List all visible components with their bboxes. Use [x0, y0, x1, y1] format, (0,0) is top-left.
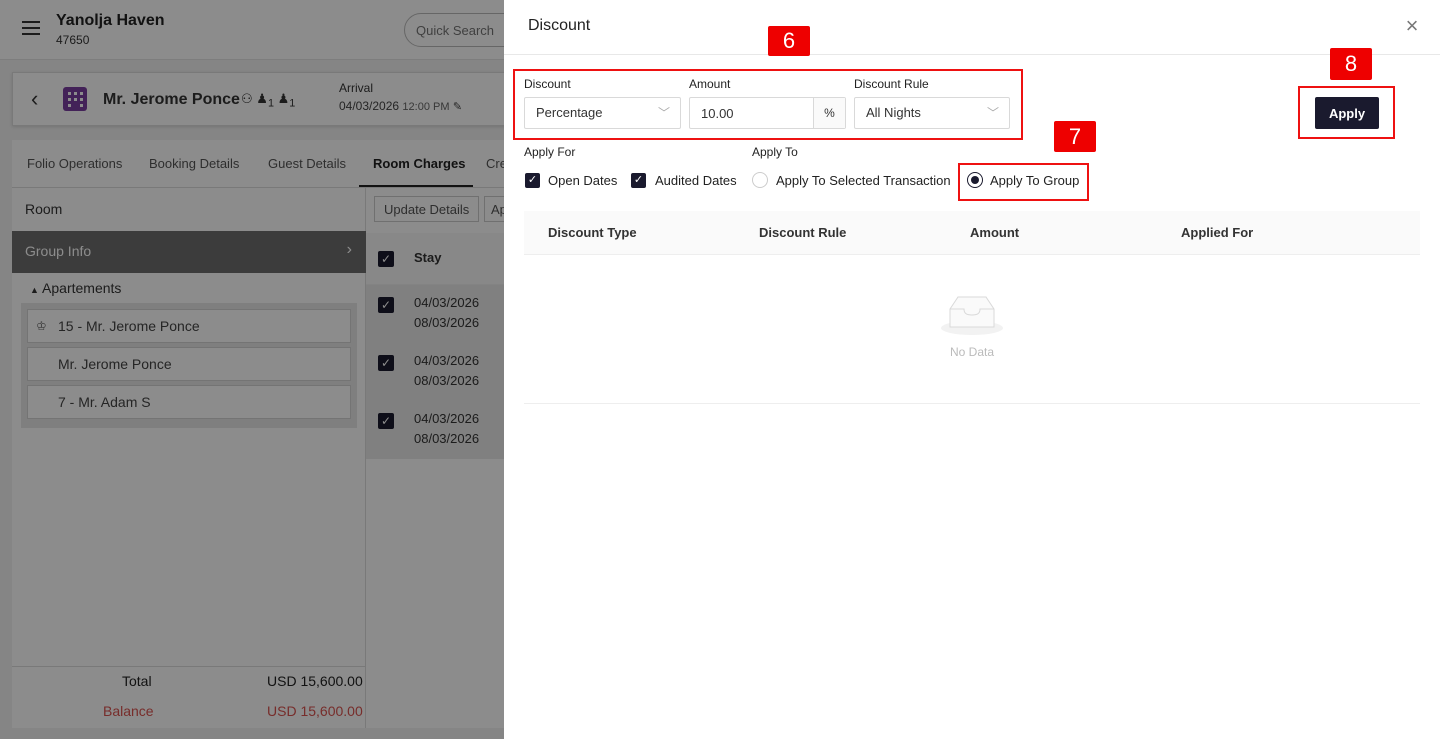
apply-for-label: Apply For [524, 145, 576, 159]
column-amount: Amount [970, 225, 1020, 240]
apply-selected-label[interactable]: Apply To Selected Transaction [776, 173, 951, 188]
annotation-box-group [958, 163, 1089, 201]
column-discount-rule: Discount Rule [759, 225, 847, 240]
discount-table-body: No Data [524, 255, 1420, 404]
open-dates-checkbox[interactable]: ✓ [525, 173, 540, 188]
open-dates-label[interactable]: Open Dates [548, 173, 617, 188]
empty-text: No Data [949, 345, 995, 359]
close-icon[interactable]: × [1401, 15, 1423, 38]
drawer-title: Discount [528, 17, 591, 34]
discount-table-header: Discount Type Discount Rule Amount Appli… [524, 211, 1420, 255]
modal-overlay[interactable] [0, 0, 504, 739]
annotation-badge-8: 8 [1330, 48, 1372, 80]
audited-dates-label[interactable]: Audited Dates [655, 173, 737, 188]
annotation-box-fields [513, 69, 1023, 140]
divider [504, 54, 1440, 55]
apply-selected-radio[interactable] [752, 172, 768, 188]
annotation-box-apply [1298, 86, 1395, 139]
apply-to-label: Apply To [752, 145, 798, 159]
column-applied-for: Applied For [1181, 225, 1254, 240]
annotation-badge-6: 6 [768, 26, 810, 56]
empty-inbox-icon [941, 296, 1003, 335]
annotation-badge-7: 7 [1054, 121, 1096, 152]
column-discount-type: Discount Type [548, 225, 637, 240]
audited-dates-checkbox[interactable]: ✓ [631, 173, 646, 188]
